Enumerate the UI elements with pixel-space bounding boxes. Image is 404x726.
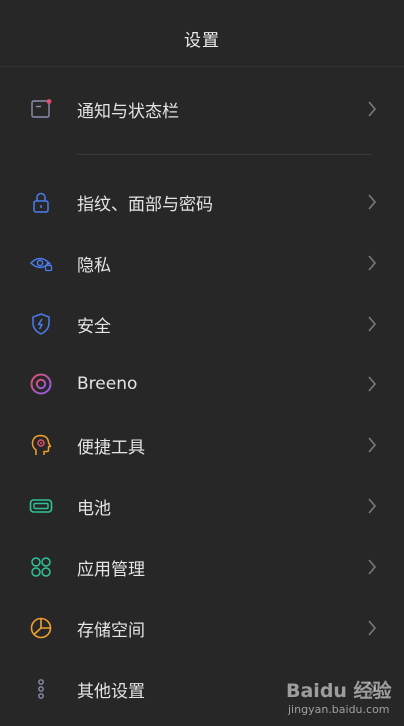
privacy-eye-icon bbox=[29, 251, 53, 275]
settings-item-label: 隐私 bbox=[77, 255, 111, 276]
settings-item-notification[interactable]: 通知与状态栏 bbox=[0, 84, 404, 134]
battery-icon bbox=[29, 494, 53, 518]
security-shield-icon bbox=[29, 312, 53, 336]
watermark-logo: Baidu 经验 bbox=[286, 680, 392, 702]
chevron-right-icon bbox=[366, 254, 378, 272]
settings-item-storage[interactable]: 存储空间 bbox=[0, 603, 404, 653]
chevron-right-icon bbox=[366, 497, 378, 515]
settings-item-label: 通知与状态栏 bbox=[77, 101, 179, 122]
baidu-jingyan-watermark: Baidu 经验 jingyan.baidu.com bbox=[286, 676, 396, 722]
settings-item-app-management[interactable]: 应用管理 bbox=[0, 542, 404, 592]
chevron-right-icon bbox=[366, 375, 378, 393]
settings-item-label: 便捷工具 bbox=[77, 437, 145, 458]
chevron-right-icon bbox=[366, 193, 378, 211]
chevron-right-icon bbox=[366, 619, 378, 637]
settings-item-convenient-tools[interactable]: 便捷工具 bbox=[0, 420, 404, 470]
settings-item-label: 存储空间 bbox=[77, 620, 145, 641]
settings-item-label: Breeno bbox=[77, 374, 138, 394]
settings-item-label: 应用管理 bbox=[77, 559, 145, 580]
settings-item-breeno[interactable]: Breeno bbox=[0, 359, 404, 409]
chevron-right-icon bbox=[366, 436, 378, 454]
settings-item-label: 指纹、面部与密码 bbox=[77, 194, 213, 215]
settings-item-security[interactable]: 安全 bbox=[0, 299, 404, 349]
chevron-right-icon bbox=[366, 100, 378, 118]
breeno-icon bbox=[29, 372, 53, 396]
watermark-url: jingyan.baidu.com bbox=[288, 703, 390, 716]
settings-item-battery[interactable]: 电池 bbox=[0, 481, 404, 531]
settings-item-label: 其他设置 bbox=[77, 681, 145, 702]
lock-icon bbox=[29, 190, 53, 214]
settings-item-label: 电池 bbox=[77, 498, 111, 519]
chevron-right-icon bbox=[366, 315, 378, 333]
storage-pie-icon bbox=[29, 616, 53, 640]
notification-statusbar-icon bbox=[29, 97, 53, 121]
settings-item-fingerprint-face-password[interactable]: 指纹、面部与密码 bbox=[0, 177, 404, 227]
convenient-tools-icon bbox=[29, 433, 53, 457]
section-divider bbox=[77, 154, 372, 155]
app-management-icon bbox=[29, 555, 53, 579]
settings-item-label: 安全 bbox=[77, 316, 111, 337]
other-settings-icon bbox=[29, 677, 53, 701]
top-header: 设置 bbox=[0, 0, 404, 67]
chevron-right-icon bbox=[366, 558, 378, 576]
settings-item-privacy[interactable]: 隐私 bbox=[0, 238, 404, 288]
page-title: 设置 bbox=[184, 30, 220, 51]
